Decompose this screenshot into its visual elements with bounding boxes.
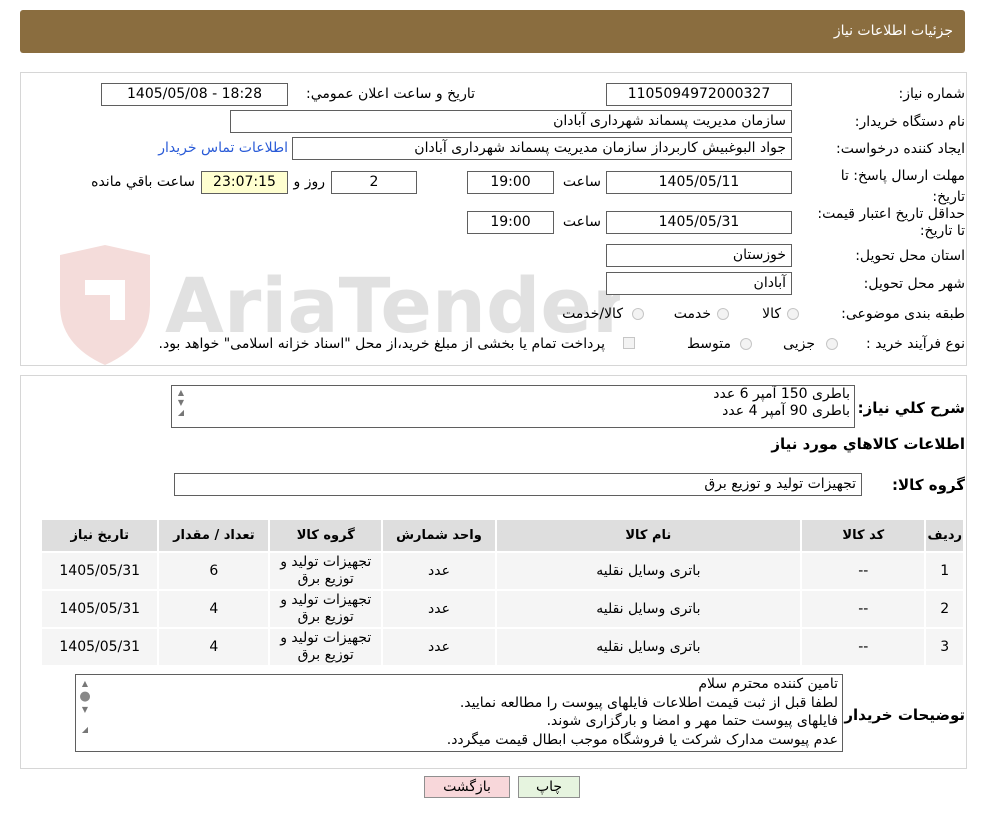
goods-table: ردیف کد کالا نام کالا واحد شمارش گروه کا… <box>40 518 965 667</box>
col-date: تاریخ نیاز <box>42 520 158 551</box>
cell-row: 2 <box>926 591 963 627</box>
price-validity-date-field: 1405/05/31 <box>606 211 792 234</box>
price-validity-time-label: ساعت <box>562 214 601 230</box>
description-scrollbar[interactable]: ▲ ▼ ◢ <box>174 388 188 418</box>
cell-quantity: 4 <box>159 591 269 627</box>
process-label: نوع فرآیند خرید : <box>866 336 965 352</box>
cell-quantity: 4 <box>159 629 269 665</box>
page-header: جزئیات اطلاعات نیاز <box>20 10 965 53</box>
scroll-thumb-icon: ● <box>79 689 91 704</box>
notes-scrollbar[interactable]: ▲ ● ▼ ◢ <box>78 679 92 735</box>
cell-group: تجهیزات تولید و توزیع برق <box>270 553 382 589</box>
cell-code: -- <box>802 553 925 589</box>
category-goods-service-radio[interactable] <box>632 308 644 320</box>
cell-date: 1405/05/31 <box>42 591 158 627</box>
process-minor-option: جزیی <box>783 336 815 352</box>
category-goods-option: کالا <box>762 306 781 322</box>
notes-line-3: فایلهای پیوست حتما مهر و امضا و بارگزاری… <box>546 713 838 729</box>
scroll-up-icon: ▲ <box>81 679 89 688</box>
category-label: طبقه بندی موضوعی: <box>841 306 965 322</box>
col-code: کد کالا <box>802 520 925 551</box>
cell-group: تجهیزات تولید و توزیع برق <box>270 629 382 665</box>
buyer-contact-link[interactable]: اطلاعات تماس خریدار <box>158 140 288 156</box>
city-field: آبادان <box>606 272 792 295</box>
reply-time-field: 19:00 <box>467 171 554 194</box>
table-row: 2 -- باتری وسایل نقلیه عدد تجهیزات تولید… <box>42 591 963 627</box>
col-group: گروه کالا <box>270 520 382 551</box>
notes-line-1: تامین کننده محترم سلام <box>698 676 838 692</box>
cell-date: 1405/05/31 <box>42 629 158 665</box>
reply-time-label: ساعت <box>562 174 601 190</box>
category-goods-service-option: کالا/خدمت <box>562 306 623 322</box>
cell-name: باتری وسایل نقلیه <box>496 591 801 627</box>
buyer-notes-label: توضیحات خریدار: <box>838 706 965 724</box>
cell-unit: عدد <box>383 591 495 627</box>
city-label: شهر محل تحویل: <box>863 276 965 292</box>
category-service-radio[interactable] <box>717 308 729 320</box>
scroll-down-icon: ▼ <box>177 398 185 407</box>
cell-quantity: 6 <box>159 553 269 589</box>
cell-unit: عدد <box>383 553 495 589</box>
cell-unit: عدد <box>383 629 495 665</box>
scroll-up-icon: ▲ <box>177 388 185 397</box>
resize-grip-icon: ◢ <box>81 725 89 734</box>
cell-date: 1405/05/31 <box>42 553 158 589</box>
price-validity-label: حداقل تاریخ اعتبار قیمت: تا تاریخ: <box>817 206 965 239</box>
back-button[interactable]: بازگشت <box>424 776 510 798</box>
reply-deadline-label: مهلت ارسال پاسخ: تا تاریخ: <box>840 168 965 205</box>
col-quantity: تعداد / مقدار <box>159 520 269 551</box>
need-number-label: شماره نیاز: <box>898 86 966 102</box>
cell-code: -- <box>802 629 925 665</box>
table-header-row: ردیف کد کالا نام کالا واحد شمارش گروه کا… <box>42 520 963 551</box>
scroll-down-icon: ▼ <box>81 705 89 714</box>
goods-section-title: اطلاعات کالاهاي مورد نیاز <box>771 435 965 453</box>
cell-name: باتری وسایل نقلیه <box>496 553 801 589</box>
reply-date-field: 1405/05/11 <box>606 171 792 194</box>
table-row: 3 -- باتری وسایل نقلیه عدد تجهیزات تولید… <box>42 629 963 665</box>
page-title: جزئیات اطلاعات نیاز <box>833 23 953 39</box>
notes-line-4: عدم پیوست مدارک شرکت یا فروشگاه موجب ابط… <box>446 731 838 748</box>
buyer-org-label: نام دستگاه خریدار: <box>854 114 965 130</box>
col-name: نام کالا <box>496 520 801 551</box>
buyer-notes-textarea[interactable]: تامین کننده محترم سلام لطفا قبل از ثبت ق… <box>75 674 843 752</box>
description-line-1: باطری 150 آمپر 6 عدد <box>713 386 850 402</box>
days-label: روز و <box>293 174 326 190</box>
print-button[interactable]: چاپ <box>518 776 580 798</box>
remaining-time-field: 23:07:15 <box>201 171 288 194</box>
col-unit: واحد شمارش <box>383 520 495 551</box>
announce-label: تاریخ و ساعت اعلان عمومي: <box>306 86 475 102</box>
category-goods-radio[interactable] <box>787 308 799 320</box>
cell-row: 1 <box>926 553 963 589</box>
cell-group: تجهیزات تولید و توزیع برق <box>270 591 382 627</box>
notes-line-2: لطفا قبل از ثبت قیمت اطلاعات فایلهای پیو… <box>459 694 838 711</box>
reply-days-field: 2 <box>331 171 417 194</box>
table-row: 1 -- باتری وسایل نقلیه عدد تجهیزات تولید… <box>42 553 963 589</box>
requester-label: ایجاد کننده درخواست: <box>836 141 965 157</box>
cell-row: 3 <box>926 629 963 665</box>
province-field: خوزستان <box>606 244 792 267</box>
category-service-option: خدمت <box>673 306 711 322</box>
goods-group-field: تجهیزات تولید و توزیع برق <box>174 473 862 496</box>
remaining-label: ساعت باقي مانده <box>91 174 195 190</box>
description-textarea[interactable]: باطری 150 آمپر 6 عدد باطری 90 آمپر 4 عدد… <box>171 385 855 428</box>
process-minor-radio[interactable] <box>826 338 838 350</box>
need-number-field: 1105094972000327 <box>606 83 792 106</box>
description-line-2: باطری 90 آمپر 4 عدد <box>722 403 850 419</box>
col-row: ردیف <box>926 520 963 551</box>
requester-field: جواد البوغبیش کاربرداز سازمان مدیریت پسم… <box>292 137 792 160</box>
treasury-docs-checkbox[interactable] <box>623 337 635 349</box>
cell-name: باتری وسایل نقلیه <box>496 629 801 665</box>
resize-grip-icon: ◢ <box>177 408 185 417</box>
buyer-org-field: سازمان مدیریت پسماند شهرداری آبادان <box>230 110 792 133</box>
announce-datetime-field: 1405/05/08 - 18:28 <box>101 83 288 106</box>
description-label: شرح کلي نیاز: <box>857 399 965 417</box>
province-label: استان محل تحویل: <box>855 248 965 264</box>
process-medium-option: متوسط <box>687 336 731 352</box>
process-medium-radio[interactable] <box>740 338 752 350</box>
cell-code: -- <box>802 591 925 627</box>
goods-group-label: گروه کالا: <box>892 476 965 494</box>
price-validity-time-field: 19:00 <box>467 211 554 234</box>
treasury-note: پرداخت تمام یا بخشی از مبلغ خرید،از محل … <box>158 336 605 352</box>
